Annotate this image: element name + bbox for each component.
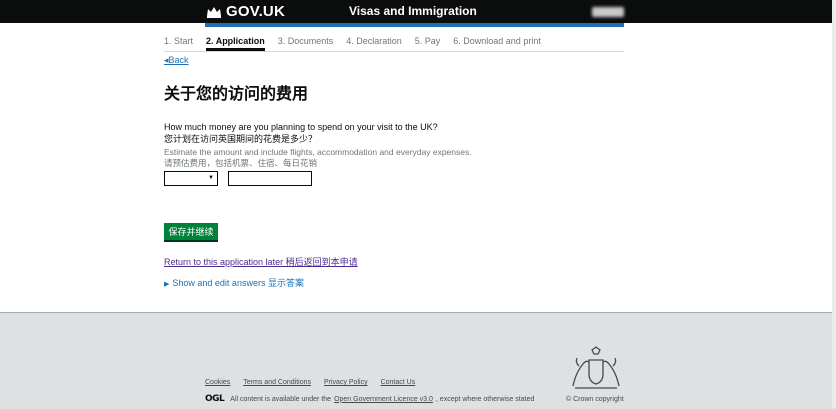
footer-link-cookies[interactable]: Cookies [205, 379, 230, 386]
footer-links: Cookies Terms and Conditions Privacy Pol… [205, 379, 415, 386]
footer: Cookies Terms and Conditions Privacy Pol… [0, 312, 836, 409]
scrollbar[interactable] [832, 0, 836, 408]
save-and-continue-button[interactable]: 保存并继续 [164, 223, 218, 240]
crown-copyright[interactable]: © Crown copyright [566, 396, 624, 403]
progress-steps: 1. Start 2. Application 3. Documents 4. … [164, 34, 624, 52]
header-bar: GOV.UK Visas and Immigration [0, 0, 836, 23]
footer-link-privacy[interactable]: Privacy Policy [324, 379, 368, 386]
header-accent-bar [205, 23, 624, 27]
return-later-link[interactable]: Return to this application later 稍后返回到本申… [164, 255, 358, 268]
currency-select[interactable]: ▼ [164, 171, 218, 186]
blurred-user-info [592, 7, 624, 17]
ogl-logo-icon: OGL [205, 394, 225, 404]
footer-link-contact[interactable]: Contact Us [381, 379, 416, 386]
show-edit-label: Show and edit answers 显示答案 [172, 278, 304, 288]
question-label-zh: 您计划在访问英国期间的花费是多少？ [164, 134, 318, 144]
expand-triangle-icon: ▶ [164, 281, 170, 288]
step-declaration: 4. Declaration [346, 36, 402, 46]
footer-link-terms[interactable]: Terms and Conditions [243, 379, 311, 386]
service-name[interactable]: Visas and Immigration [349, 4, 477, 18]
govuk-logo[interactable]: GOV.UK [206, 3, 285, 20]
dropdown-caret-icon: ▼ [208, 175, 214, 181]
licence-link[interactable]: Open Government Licence v3.0 [334, 396, 433, 403]
step-download-print: 6. Download and print [453, 36, 541, 46]
crown-icon [207, 7, 221, 18]
amount-input[interactable] [228, 171, 312, 186]
back-link[interactable]: ◂Back [164, 55, 189, 66]
show-edit-answers-toggle[interactable]: ▶ Show and edit answers 显示答案 [164, 276, 304, 289]
licence-suffix: , except where otherwise stated [435, 395, 535, 403]
page-title: 关于您的访问的费用 [164, 86, 309, 103]
question-hint-en: Estimate the amount and include flights,… [164, 147, 472, 157]
royal-coat-of-arms-icon [572, 346, 620, 389]
question-hint-zh: 请预估费用，包括机票、住宿、每日花销 [164, 158, 318, 168]
step-application: 2. Application [206, 34, 265, 51]
step-start: 1. Start [164, 36, 194, 46]
step-documents: 3. Documents [277, 36, 334, 46]
logo-text: GOV.UK [226, 3, 285, 20]
licence-notice: OGL All content is available under the O… [205, 394, 534, 404]
licence-prefix: All content is available under the [230, 395, 332, 403]
question-label-en: How much money are you planning to spend… [164, 122, 438, 132]
step-pay: 5. Pay [414, 36, 441, 46]
